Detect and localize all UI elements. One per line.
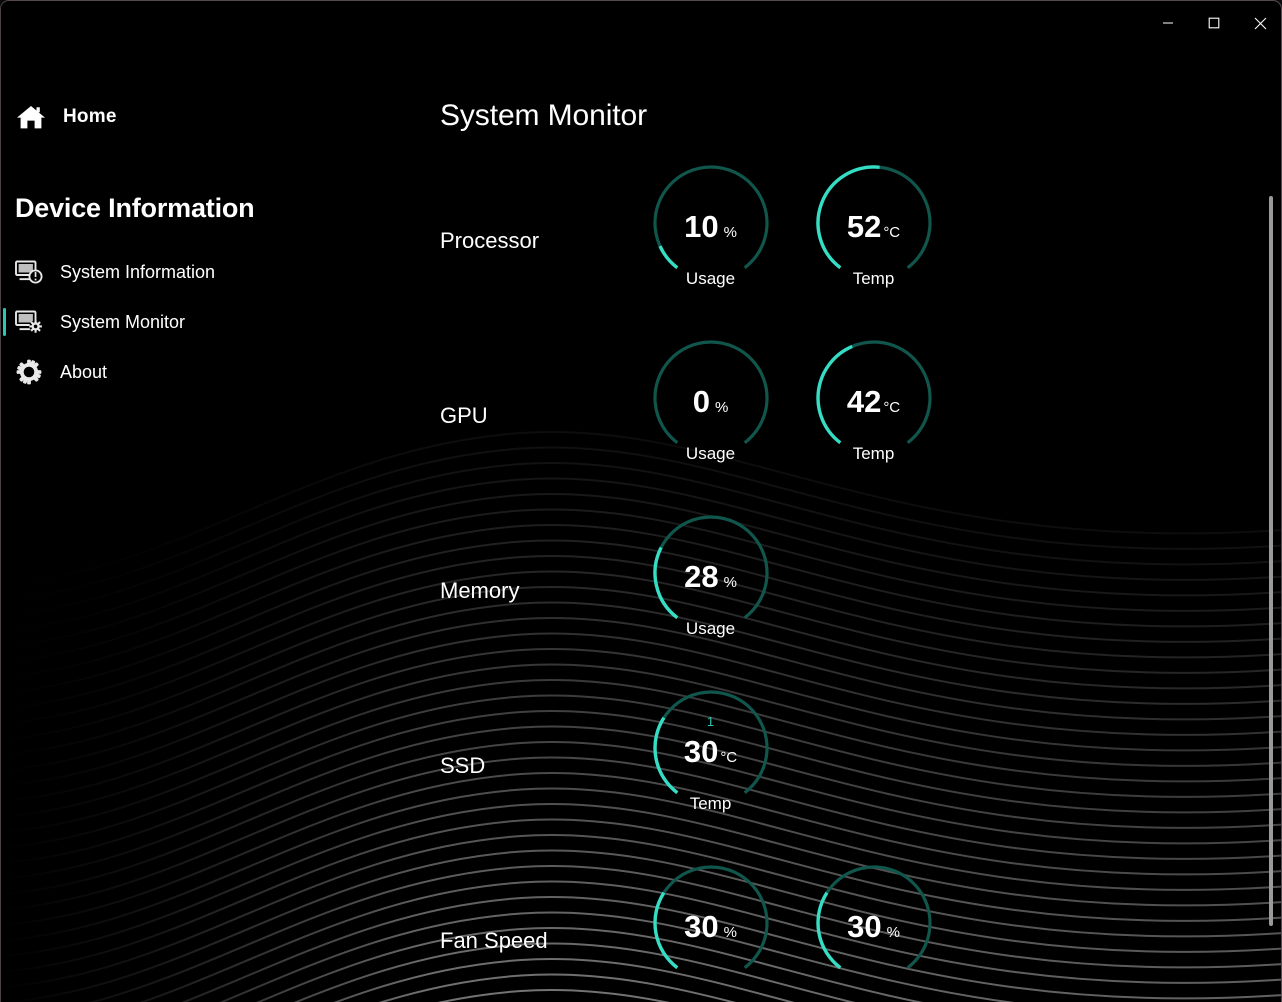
monitor-gear-icon xyxy=(15,307,49,337)
sidebar-item-system-information[interactable]: System Information xyxy=(1,251,421,293)
close-icon xyxy=(1254,17,1266,29)
gauge-unit: °C xyxy=(720,749,738,766)
gauge: 30% xyxy=(629,853,792,1002)
metric-rows: Processor 10% Usage 52 °C Temp GPU 0% Usage 42 °C T… xyxy=(421,153,1281,1002)
maximize-icon xyxy=(1208,17,1220,29)
gauge: 0% Usage xyxy=(629,328,792,503)
gauge-unit: % xyxy=(886,924,900,941)
gauge-readout: 52 °C xyxy=(792,211,955,242)
gauge: 10% Usage xyxy=(629,153,792,328)
metric-row: SSD 1 30 °C Temp xyxy=(421,678,1281,853)
gauge-group: 28% Usage xyxy=(629,503,792,678)
close-button[interactable] xyxy=(1237,1,1281,45)
sidebar-item-system-monitor[interactable]: System Monitor xyxy=(1,301,421,343)
metric-label: GPU xyxy=(440,402,488,428)
metric-row: GPU 0% Usage 42 °C Temp xyxy=(421,328,1281,503)
gauge-group: 1 30 °C Temp xyxy=(629,678,792,853)
gauge: 52 °C Temp xyxy=(792,153,955,328)
gauge: 42 °C Temp xyxy=(792,328,955,503)
gauge-readout: 42 °C xyxy=(792,386,955,417)
gauge-readout: 10% xyxy=(629,211,792,242)
metric-label: Fan Speed xyxy=(440,927,548,953)
app-window: Home Device Information System Informati… xyxy=(0,0,1282,1002)
metric-row: Processor 10% Usage 52 °C Temp xyxy=(421,153,1281,328)
metric-row: Memory 28% Usage xyxy=(421,503,1281,678)
gauge-number: 28 xyxy=(684,559,719,594)
sidebar-item-label: About xyxy=(60,361,108,382)
maximize-button[interactable] xyxy=(1191,1,1237,45)
home-icon xyxy=(9,103,53,131)
gauge: 1 30 °C Temp xyxy=(629,678,792,853)
minimize-icon xyxy=(1163,22,1173,24)
selection-indicator xyxy=(3,308,6,336)
gauge-readout: 30% xyxy=(629,911,792,942)
minimize-button[interactable] xyxy=(1145,1,1191,45)
sidebar-header: Device Information xyxy=(15,193,255,223)
home-button[interactable]: Home xyxy=(9,97,117,137)
sidebar-item-label: System Monitor xyxy=(60,311,186,332)
metric-row: Fan Speed 30% 30% xyxy=(421,853,1281,1002)
gauge-readout: 30 °C xyxy=(629,736,792,767)
sidebar: Home Device Information System Informati… xyxy=(1,45,421,1002)
gauge-caption: Usage xyxy=(685,619,736,638)
title-bar xyxy=(1,1,1281,45)
gauge-group: 10% Usage 52 °C Temp xyxy=(629,153,955,328)
main-content: System Monitor Processor 10% Usage 52 °C Temp… xyxy=(421,45,1281,1002)
gauge-value-arc xyxy=(657,245,678,270)
gauge-number: 42 xyxy=(846,384,882,419)
page-title: System Monitor xyxy=(440,99,647,132)
home-label: Home xyxy=(63,106,117,127)
gauge-number: 10 xyxy=(684,209,719,244)
metric-label: Memory xyxy=(440,577,520,603)
gauge-index-label: 1 xyxy=(706,714,715,729)
vertical-scrollbar[interactable] xyxy=(1264,151,1278,1002)
metric-label: SSD xyxy=(440,752,486,778)
metric-label: Processor xyxy=(440,227,540,253)
monitor-info-icon xyxy=(15,257,49,287)
gauge-caption: Temp xyxy=(852,444,895,463)
gauge-group: 30% 30% xyxy=(629,853,955,1002)
gauge-caption: Usage xyxy=(685,444,736,463)
gauge-number: 0 xyxy=(692,384,710,419)
sidebar-item-about[interactable]: About xyxy=(1,351,421,393)
gauge-number: 30 xyxy=(683,734,719,769)
gauge-unit: °C xyxy=(883,224,901,241)
gauge-caption: Usage xyxy=(685,269,736,288)
gauge: 28% Usage xyxy=(629,503,792,678)
gauge-caption: Temp xyxy=(689,794,732,813)
gauge-unit: % xyxy=(723,574,737,591)
gauge-unit: % xyxy=(723,924,737,941)
gauge-number: 52 xyxy=(846,209,882,244)
gauge-unit: % xyxy=(723,224,737,241)
gauge: 30% xyxy=(792,853,955,1002)
gauge-unit: % xyxy=(714,399,729,416)
gauge-unit: °C xyxy=(883,399,901,416)
gauge-readout: 28% xyxy=(629,561,792,592)
gauge-caption: Temp xyxy=(852,269,895,288)
gauge-readout: 30% xyxy=(792,911,955,942)
gauge-readout: 0% xyxy=(629,386,792,417)
gauge-number: 30 xyxy=(847,909,882,944)
gauge-group: 0% Usage 42 °C Temp xyxy=(629,328,955,503)
gauge-number: 30 xyxy=(684,909,719,944)
sidebar-item-label: System Information xyxy=(60,261,216,282)
scrollbar-thumb[interactable] xyxy=(1269,196,1273,926)
gear-icon xyxy=(15,357,49,387)
